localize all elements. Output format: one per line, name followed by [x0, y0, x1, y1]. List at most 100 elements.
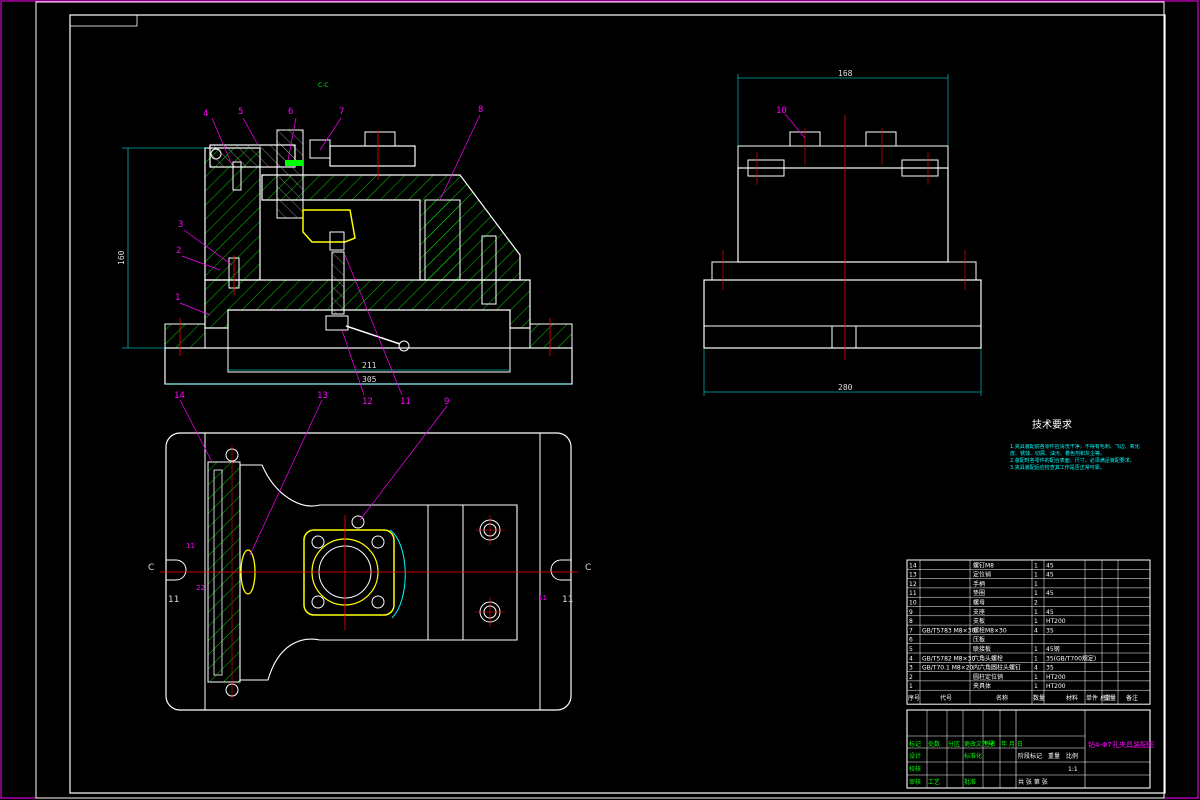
top-boss [364, 131, 396, 147]
bom-cell-no: 13 [909, 572, 917, 579]
bom-cell-no: 6 [909, 637, 913, 644]
callout-8: 8 [478, 105, 483, 115]
bom-cell-qty: 1 [1034, 572, 1038, 579]
bom-cell-no: 12 [909, 581, 917, 588]
callout-9: 9 [444, 397, 449, 407]
plan-view: C C 11 22 11 11 11 14 13 9 [148, 391, 591, 711]
callout-10: 10 [776, 106, 787, 116]
drill-bush [309, 139, 331, 159]
bom-header-name: 名称 [996, 694, 1008, 702]
bom-cell-qty: 1 [1034, 581, 1038, 588]
tb-left-label-1: 校核 [909, 765, 921, 773]
front-view: 160 211 305 4 5 6 7 8 3 2 1 12 11 [117, 105, 573, 407]
callout-11: 11 [400, 397, 411, 407]
small-label-4: 11 [538, 594, 547, 602]
plan-workpiece [303, 529, 395, 616]
bom-cell-qty: 4 [1034, 627, 1038, 634]
note-2: 2.装配时各零件的配合表面、尺寸，必须满足装配要求。 [1010, 458, 1135, 464]
small-label-5: 11 [562, 595, 573, 605]
note-3: 3.夹具装配后应检查其工作是否正常可靠。 [1010, 465, 1105, 471]
bom-cell-mat: HT200 [1046, 618, 1066, 625]
bom-cell-qty: 1 [1034, 646, 1038, 653]
section-mark-right: C [585, 563, 591, 573]
bom-cell-mat: 45 [1046, 609, 1054, 616]
bom-cell-name: 定位销 [973, 571, 991, 579]
bom-header-qty: 数量 [1033, 694, 1045, 702]
drawing-name: 钻4-Φ7孔夹具装配图 [1088, 740, 1154, 749]
handle-knob [398, 340, 410, 352]
bom-cell-qty: 4 [1034, 665, 1038, 672]
bom-cell-name: 垫圈 [973, 589, 985, 597]
bom-cell-name: 压板 [973, 636, 985, 644]
callout-2: 2 [176, 246, 181, 256]
bom-cell-mat: 35(GB/T700规定) [1046, 654, 1096, 662]
callout-7: 7 [339, 107, 344, 117]
small-label-1: 11 [186, 542, 195, 550]
clamp-bolt [276, 129, 304, 219]
bom-cell-no: 11 [909, 590, 917, 597]
bom-cell-name: 六角头螺栓 [973, 654, 1003, 662]
tb-row-label-4: 签名 [984, 740, 996, 748]
dim-height: 160 [117, 250, 126, 265]
bom-cell-mat: HT200 [1046, 674, 1066, 681]
tb-stage-label-0: 阶段标记 [1018, 752, 1042, 760]
tb-left-label-0: 设计 [909, 752, 921, 760]
bom-table: 14 螺钉M8 1 4513 定位销 1 4512 手柄 111 垫圈 1 4510 螺母 29 支座 1 45… [906, 559, 1151, 705]
bom-cell-no: 3 [909, 665, 913, 672]
bom-cell-mat: 35 [1046, 627, 1054, 634]
bom-cell-no: 2 [909, 674, 913, 681]
tb-row-label-2: 分区 [948, 740, 960, 748]
bom-header-no: 序号 [908, 694, 920, 702]
small-label-3: 11 [168, 595, 179, 605]
bom-cell-no: 7 [909, 627, 913, 634]
lift-screw [331, 251, 345, 315]
bom-cell-name: 螺钉M8 [973, 561, 994, 569]
bom-cell-name: 支板 [973, 617, 985, 625]
notes-title: 技术要求 [1032, 418, 1072, 431]
code-box [69, 14, 138, 27]
side-view: 168 280 10 [703, 69, 982, 396]
clamp-nut [285, 160, 303, 166]
technical-notes: 技术要求 1.夹具装配前各零件应清洗干净，不得有毛刺、飞边、氧化皮、锈蚀、切屑、… [1010, 418, 1140, 471]
bom-cell-qty: 1 [1034, 655, 1038, 662]
bom-cell-mat: 35 [1046, 665, 1054, 672]
small-label-2: 22 [196, 584, 205, 592]
top-plate-right [329, 145, 416, 167]
fixture-body [204, 279, 531, 329]
bom-cell-qty: 1 [1034, 609, 1038, 616]
bom-cell-qty: 1 [1034, 562, 1038, 569]
bom-cell-name: 夹具体 [973, 682, 991, 690]
callout-4: 4 [203, 109, 208, 119]
dim-width-inner: 211 [362, 361, 377, 370]
callout-1: 1 [175, 293, 180, 303]
bom-cell-mat: HT200 [1046, 683, 1066, 690]
tb-left-label-3: 工艺 [928, 778, 940, 786]
bom-header-mat: 材料 [1066, 694, 1078, 702]
bom-cell-code: GB/T5782 M8×30 [922, 655, 975, 662]
bom-cell-code: GB/T5783 M8×30 [922, 627, 975, 634]
callout-13: 13 [317, 391, 328, 401]
bom-cell-qty: 1 [1034, 618, 1038, 625]
section-mark-left: C [148, 563, 154, 573]
bom-cell-qty: 2 [1034, 600, 1038, 607]
bom-cell-name: 联接板 [973, 645, 991, 653]
dim-bottom-width: 280 [838, 383, 853, 392]
bom-cell-mat: 45 [1046, 590, 1054, 597]
tb-mid-label-1: 批准 [964, 778, 976, 786]
workpiece-section [302, 209, 356, 243]
bom-cell-name: 手柄 [973, 580, 985, 588]
callout-12: 12 [362, 397, 373, 407]
tb-stage-label-1: 重量 [1048, 752, 1060, 760]
section-label-top: C-C [318, 82, 329, 89]
bom-cell-name: 内六角圆柱头螺钉 [973, 664, 1021, 672]
support-rib [424, 199, 461, 281]
tb-scale: 1:1 [1068, 766, 1078, 773]
side-column [737, 167, 949, 263]
tb-sheet-info: 共 张 第 张 [1018, 778, 1048, 786]
drawing-sheet: C-C 160 211 305 4 5 6 7 8 3 2 1 12 11 16… [0, 0, 1199, 799]
bom-cell-name: 圆柱定位销 [973, 673, 1003, 681]
handle-hub [325, 315, 349, 331]
bom-cell-mat: 45 [1046, 572, 1054, 579]
note-1: 1.夹具装配前各零件应清洗干净，不得有毛刺、飞边、氧化皮、锈蚀、切屑、油污、着色… [1010, 444, 1140, 457]
bom-cell-name: 支座 [973, 608, 985, 616]
